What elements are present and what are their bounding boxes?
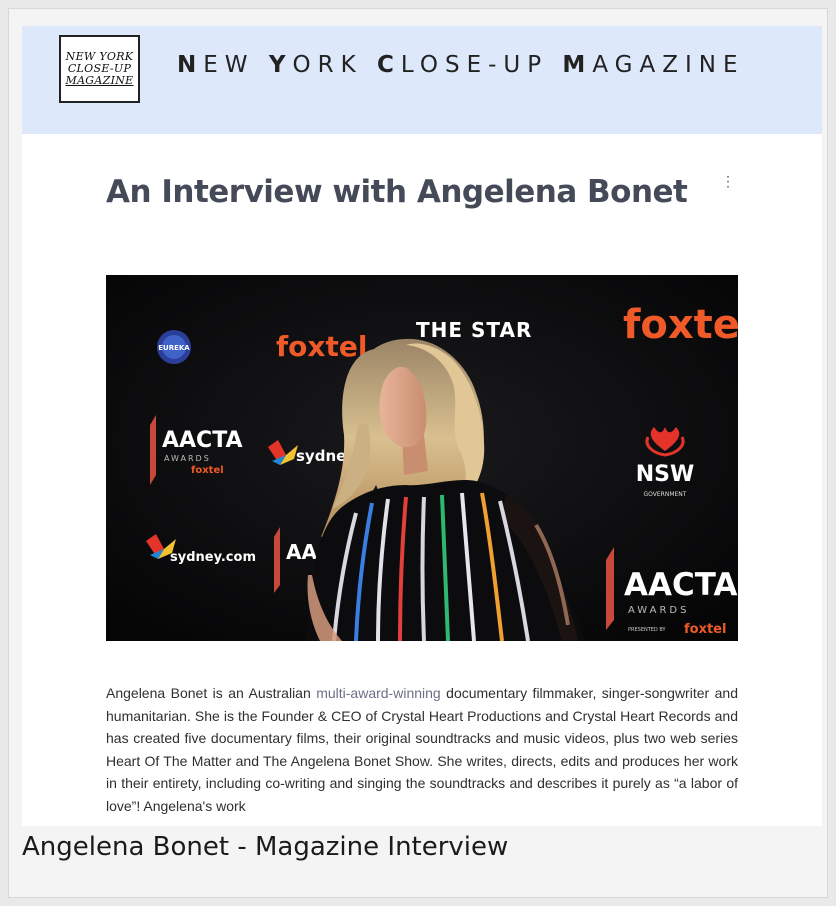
awards-text-right: AWARDS <box>628 605 689 616</box>
title-word-magazine: AGAZINE <box>592 52 745 78</box>
eureka-text: EUREKA <box>158 344 190 352</box>
nsw-text: NSW <box>636 462 695 487</box>
title-word-york: ORK <box>292 52 377 78</box>
aacta-text-right: AACTA <box>624 567 737 603</box>
title-initial-c: C <box>376 52 401 78</box>
title-word-new: EW <box>203 52 269 78</box>
eureka-logo: EUREKA <box>157 330 191 364</box>
magazine-logo[interactable]: NEW YORK CLOSE-UP MAGAZINE <box>59 35 140 103</box>
image-caption: Angelena Bonet - Magazine Interview <box>22 832 509 862</box>
title-initial-n: N <box>177 52 204 78</box>
article-body: Angelena Bonet is an Australian multi-aw… <box>106 682 738 817</box>
body-text-part-2: documentary filmmaker, singer-songwriter… <box>106 685 738 814</box>
red-carpet-photo: EUREKA foxtel THE STAR foxtel AACTA AWAR… <box>106 275 738 641</box>
sydney-com-text-left: sydney.com <box>170 550 256 565</box>
more-vertical-icon[interactable]: ⋮ <box>720 171 736 191</box>
foxtel-logo-right: foxtel <box>623 302 738 348</box>
title-initial-m: M <box>562 52 593 78</box>
awards-text-left: AWARDS <box>164 454 211 463</box>
presented-by-text: PRESENTED BY <box>628 627 667 633</box>
foxtel-logo-left: foxtel <box>276 330 367 363</box>
logo-line-3: MAGAZINE <box>65 74 134 87</box>
government-text: GOVERNMENT <box>644 491 687 498</box>
body-text-part-1: Angelena Bonet is an Australian <box>106 685 317 701</box>
award-winning-link[interactable]: multi-award-winning <box>316 685 441 701</box>
article-title: An Interview with Angelena Bonet <box>106 174 688 210</box>
foxtel-small-left: foxtel <box>191 465 224 476</box>
foxtel-small-right: foxtel <box>684 622 726 637</box>
aacta-text-left: AACTA <box>162 428 243 453</box>
masthead: NEW YORK CLOSE-UP MAGAZINE NEW YORK CLOS… <box>22 26 822 134</box>
magazine-title[interactable]: NEW YORK CLOSE-UP MAGAZINE <box>177 52 817 78</box>
title-initial-y: Y <box>268 52 293 78</box>
magazine-page: NEW YORK CLOSE-UP MAGAZINE NEW YORK CLOS… <box>22 26 822 826</box>
title-word-close-up: LOSE-UP <box>400 52 563 78</box>
the-star-logo: THE STAR <box>416 318 532 342</box>
